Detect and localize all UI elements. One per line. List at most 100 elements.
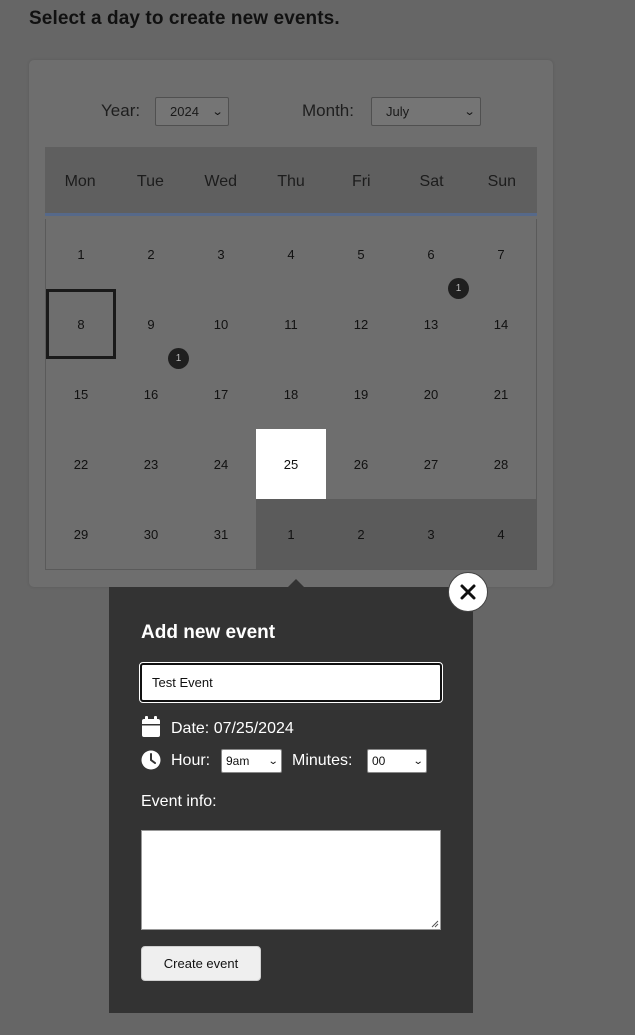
day-cell[interactable]: 5 [326, 219, 396, 289]
day-cell[interactable]: 13 [396, 289, 466, 359]
close-icon [460, 584, 476, 600]
day-number: 1 [77, 246, 85, 262]
day-cell[interactable]: 2 [116, 219, 186, 289]
popup-title: Add new event [141, 622, 276, 643]
weekday-label: Wed [204, 173, 237, 190]
day-number: 25 [283, 456, 299, 472]
day-number: 31 [213, 526, 229, 542]
day-cell[interactable]: 4 [256, 219, 326, 289]
year-label: Year: [101, 101, 141, 120]
day-cell[interactable]: 21 [466, 359, 536, 429]
day-number: 2 [357, 526, 365, 542]
day-cell[interactable]: 24 [186, 429, 256, 499]
day-number: 5 [357, 246, 365, 262]
day-cell[interactable]: 31 [186, 499, 256, 569]
day-cell[interactable]: 28 [466, 429, 536, 499]
day-number: 10 [213, 316, 229, 332]
day-number: 12 [353, 316, 369, 332]
weekday-label: Thu [277, 173, 305, 190]
day-number: 2 [147, 246, 155, 262]
day-number: 6 [427, 246, 435, 262]
day-number: 22 [73, 456, 89, 472]
create-event-button[interactable]: Create event [141, 946, 261, 981]
day-cell[interactable]: 12 [326, 289, 396, 359]
day-number: 14 [493, 316, 509, 332]
day-cell[interactable]: 19 [326, 359, 396, 429]
day-number: 15 [73, 386, 89, 402]
day-cell[interactable]: 15 [46, 359, 116, 429]
day-cell[interactable]: 18 [256, 359, 326, 429]
weekday-label: Fri [351, 173, 371, 190]
day-number: 26 [353, 456, 369, 472]
day-cell[interactable]: 3 [186, 219, 256, 289]
day-cell-selected[interactable]: 25 [256, 429, 326, 499]
day-number: 27 [423, 456, 439, 472]
chevron-down-icon: ⌄ [267, 755, 279, 767]
day-number: 20 [423, 386, 439, 402]
day-cell[interactable]: 20 [396, 359, 466, 429]
chevron-down-icon: ⌄ [463, 106, 476, 118]
day-number: 29 [73, 526, 89, 542]
day-cell[interactable]: 14 [466, 289, 536, 359]
day-number: 9 [147, 316, 155, 332]
close-popup-button[interactable] [448, 572, 488, 612]
day-cell[interactable]: 1 [46, 219, 116, 289]
day-number: 4 [287, 246, 295, 262]
day-cell[interactable]: 22 [46, 429, 116, 499]
day-cell[interactable]: 29 [46, 499, 116, 569]
calendar-day-grid: 1 2 3 4 5 6 7 8 9 10 11 12 13 1 14 15 16 1 17 18 19 20 21 22 23 2… [45, 219, 537, 570]
day-cell[interactable]: 1 [256, 499, 326, 569]
day-cell[interactable]: 3 [396, 499, 466, 569]
day-cell[interactable]: 7 [466, 219, 536, 289]
day-number: 19 [353, 386, 369, 402]
month-select-value: July [386, 104, 410, 119]
day-cell[interactable]: 26 [326, 429, 396, 499]
minutes-label: Minutes: [292, 752, 353, 769]
minutes-select-value: 00 [372, 754, 386, 768]
event-info-textarea[interactable] [141, 830, 441, 930]
day-number: 23 [143, 456, 159, 472]
day-cell[interactable]: 16 [116, 359, 186, 429]
day-number: 3 [427, 526, 435, 542]
year-select[interactable]: 2024 ⌄ [155, 97, 229, 126]
day-number: 7 [497, 246, 505, 262]
weekday-label: Mon [64, 173, 96, 190]
hour-select-value: 9am [226, 754, 250, 768]
month-select[interactable]: July ⌄ [371, 97, 481, 126]
day-cell[interactable]: 10 [186, 289, 256, 359]
day-number: 18 [283, 386, 299, 402]
weekday-header: Mon Tue Wed Thu Fri Sat Sun [45, 147, 537, 216]
day-cell[interactable]: 2 [326, 499, 396, 569]
event-info-label: Event info: [141, 793, 217, 810]
day-cell[interactable]: 23 [116, 429, 186, 499]
day-number: 1 [287, 526, 295, 542]
day-cell[interactable]: 17 [186, 359, 256, 429]
day-cell[interactable]: 30 [116, 499, 186, 569]
minutes-select[interactable]: 00 ⌄ [367, 749, 427, 773]
event-date-text: Date: 07/25/2024 [171, 720, 294, 737]
day-number: 17 [213, 386, 229, 402]
day-number: 13 [423, 316, 439, 332]
day-cell[interactable]: 11 [256, 289, 326, 359]
chevron-down-icon: ⌄ [211, 106, 224, 118]
weekday-label: Sun [487, 173, 517, 190]
day-number: 28 [493, 456, 509, 472]
hour-select[interactable]: 9am ⌄ [221, 749, 282, 773]
clock-icon [141, 750, 161, 770]
year-select-value: 2024 [170, 104, 199, 119]
calendar-icon [142, 716, 160, 737]
event-title-input[interactable] [139, 662, 443, 703]
day-number: 21 [493, 386, 509, 402]
resize-handle-icon[interactable] [430, 919, 439, 928]
day-cell[interactable]: 4 [466, 499, 536, 569]
weekday-label: Tue [136, 173, 164, 190]
day-number: 4 [497, 526, 505, 542]
day-cell[interactable]: 27 [396, 429, 466, 499]
hour-label: Hour: [171, 752, 211, 769]
day-number: 11 [284, 316, 298, 332]
day-cell-today[interactable]: 8 [46, 289, 116, 359]
month-label: Month: [302, 101, 354, 120]
day-number: 16 [143, 386, 159, 402]
day-number: 30 [143, 526, 159, 542]
day-number: 8 [77, 316, 85, 332]
